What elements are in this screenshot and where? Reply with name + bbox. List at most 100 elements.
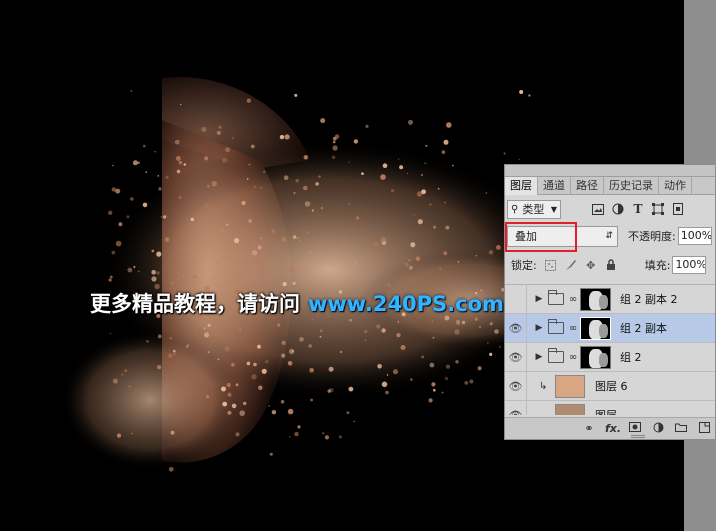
kind-filter-select[interactable]: ⚲ 类型 ▼ bbox=[507, 199, 561, 219]
dust-particle bbox=[178, 195, 182, 200]
dust-particle bbox=[380, 237, 387, 243]
image-filter-icon[interactable] bbox=[591, 202, 605, 216]
dust-particle bbox=[311, 209, 314, 212]
dust-particle bbox=[284, 134, 290, 140]
layer-name[interactable]: 图层 6 bbox=[595, 378, 628, 394]
dust-particle bbox=[318, 175, 321, 178]
layer-name[interactable]: 组 2 副本 bbox=[620, 320, 667, 336]
dust-particle bbox=[246, 98, 251, 103]
dust-particle bbox=[118, 222, 123, 227]
shape-filter-icon[interactable] bbox=[651, 202, 665, 216]
layer-thumbnail[interactable] bbox=[555, 374, 585, 398]
dust-particle bbox=[339, 350, 343, 354]
dust-particle bbox=[494, 329, 499, 334]
dust-particle bbox=[382, 163, 388, 168]
dust-particle bbox=[180, 104, 182, 106]
layer-row[interactable]: 👁 ▶ ∞ 组 2 bbox=[505, 342, 715, 372]
fill-field[interactable]: 100% bbox=[672, 256, 707, 274]
tab-channels[interactable]: 通道 bbox=[538, 177, 571, 195]
lock-position-icon[interactable]: ✥ bbox=[585, 259, 597, 272]
expand-arrow-icon[interactable]: ▶ bbox=[533, 323, 545, 333]
dust-particle bbox=[425, 144, 428, 147]
dust-particle bbox=[174, 139, 180, 145]
eye-icon: 👁 bbox=[508, 350, 523, 364]
chain-link-icon[interactable]: ∞ bbox=[568, 352, 578, 363]
dust-particle bbox=[255, 259, 259, 263]
blend-mode-select[interactable]: 叠加 ⇵ bbox=[505, 221, 618, 252]
tab-actions[interactable]: 动作 bbox=[659, 177, 692, 195]
dust-particle bbox=[124, 369, 128, 373]
resize-grip[interactable] bbox=[631, 435, 645, 438]
new-group-icon[interactable] bbox=[674, 422, 688, 435]
layer-name[interactable]: 组 2 副本 2 bbox=[620, 291, 678, 307]
dust-particle bbox=[365, 239, 368, 241]
tab-layers[interactable]: 图层 bbox=[505, 177, 538, 195]
layer-name[interactable]: 图层 ... bbox=[595, 407, 631, 415]
mask-thumbnail[interactable] bbox=[580, 316, 611, 340]
panel-bottom-bar: ⚭ fx. bbox=[505, 417, 715, 439]
dust-particle bbox=[409, 265, 413, 270]
visibility-toggle[interactable]: 👁 bbox=[505, 371, 527, 401]
new-layer-icon[interactable] bbox=[697, 421, 711, 436]
dust-particle bbox=[207, 323, 211, 327]
dust-particle bbox=[400, 345, 406, 350]
dust-particle bbox=[211, 181, 217, 187]
visibility-toggle[interactable]: 👁 bbox=[505, 313, 527, 343]
visibility-toggle[interactable]: 👁 bbox=[505, 400, 527, 415]
layer-row[interactable]: 👁 图层 ... bbox=[505, 400, 715, 415]
chain-link-icon[interactable]: ∞ bbox=[568, 323, 578, 334]
dust-particle bbox=[397, 321, 400, 323]
fx-icon[interactable]: fx. bbox=[605, 422, 621, 435]
layer-row[interactable]: ▶ ∞ 组 2 副本 2 bbox=[505, 285, 715, 314]
dust-particle bbox=[213, 277, 215, 279]
dust-particle bbox=[248, 219, 252, 223]
type-filter-icon[interactable]: T bbox=[631, 202, 645, 216]
layer-row-selected[interactable]: 👁 ▶ ∞ 组 2 副本 bbox=[505, 313, 715, 343]
adjustment-layer-icon[interactable] bbox=[651, 422, 665, 436]
dust-particle bbox=[238, 273, 241, 276]
lock-all-icon[interactable] bbox=[605, 259, 617, 271]
visibility-toggle[interactable] bbox=[505, 285, 527, 314]
dust-particle bbox=[116, 433, 122, 438]
lock-transparency-icon[interactable] bbox=[545, 259, 557, 271]
dust-particle bbox=[232, 137, 234, 140]
dust-particle bbox=[156, 271, 160, 275]
expand-arrow-icon[interactable]: ▶ bbox=[533, 294, 545, 304]
visibility-toggle[interactable]: 👁 bbox=[505, 342, 527, 372]
adjustment-filter-icon[interactable] bbox=[611, 202, 625, 216]
chain-link-icon[interactable]: ∞ bbox=[568, 294, 578, 305]
dust-particle bbox=[281, 340, 286, 345]
dust-particle bbox=[452, 164, 454, 167]
panel-title-bar[interactable] bbox=[505, 165, 715, 177]
dust-particle bbox=[455, 320, 461, 325]
dust-particle bbox=[355, 261, 357, 263]
folder-icon bbox=[548, 290, 564, 305]
layer-row[interactable]: 👁 ↳ 图层 6 bbox=[505, 371, 715, 401]
dust-particle bbox=[299, 337, 304, 342]
mask-thumbnail[interactable] bbox=[580, 345, 611, 369]
smart-object-filter-icon[interactable] bbox=[671, 202, 685, 216]
dust-particle bbox=[528, 94, 531, 97]
add-mask-icon[interactable] bbox=[628, 422, 642, 435]
link-layers-icon[interactable]: ⚭ bbox=[582, 422, 596, 435]
dust-particle bbox=[429, 362, 435, 368]
expand-arrow-icon[interactable]: ▶ bbox=[533, 352, 545, 362]
tab-history[interactable]: 历史记录 bbox=[604, 177, 659, 195]
dust-particle bbox=[239, 410, 245, 417]
dust-particle bbox=[441, 150, 446, 155]
tab-paths[interactable]: 路径 bbox=[571, 177, 604, 195]
dust-particle bbox=[281, 237, 287, 242]
dust-particle bbox=[309, 367, 314, 373]
dust-particle bbox=[392, 369, 399, 375]
layer-name[interactable]: 组 2 bbox=[620, 349, 642, 365]
dust-particle bbox=[192, 270, 194, 273]
mask-thumbnail[interactable] bbox=[580, 287, 611, 311]
dust-particle bbox=[243, 401, 247, 406]
dust-particle bbox=[145, 171, 148, 174]
lock-pixels-icon[interactable] bbox=[565, 259, 577, 271]
dust-particle bbox=[226, 223, 229, 226]
dust-particle bbox=[186, 345, 189, 348]
dust-particle bbox=[142, 202, 148, 208]
layer-thumbnail[interactable] bbox=[555, 403, 585, 415]
opacity-field[interactable]: 100% bbox=[677, 227, 712, 245]
